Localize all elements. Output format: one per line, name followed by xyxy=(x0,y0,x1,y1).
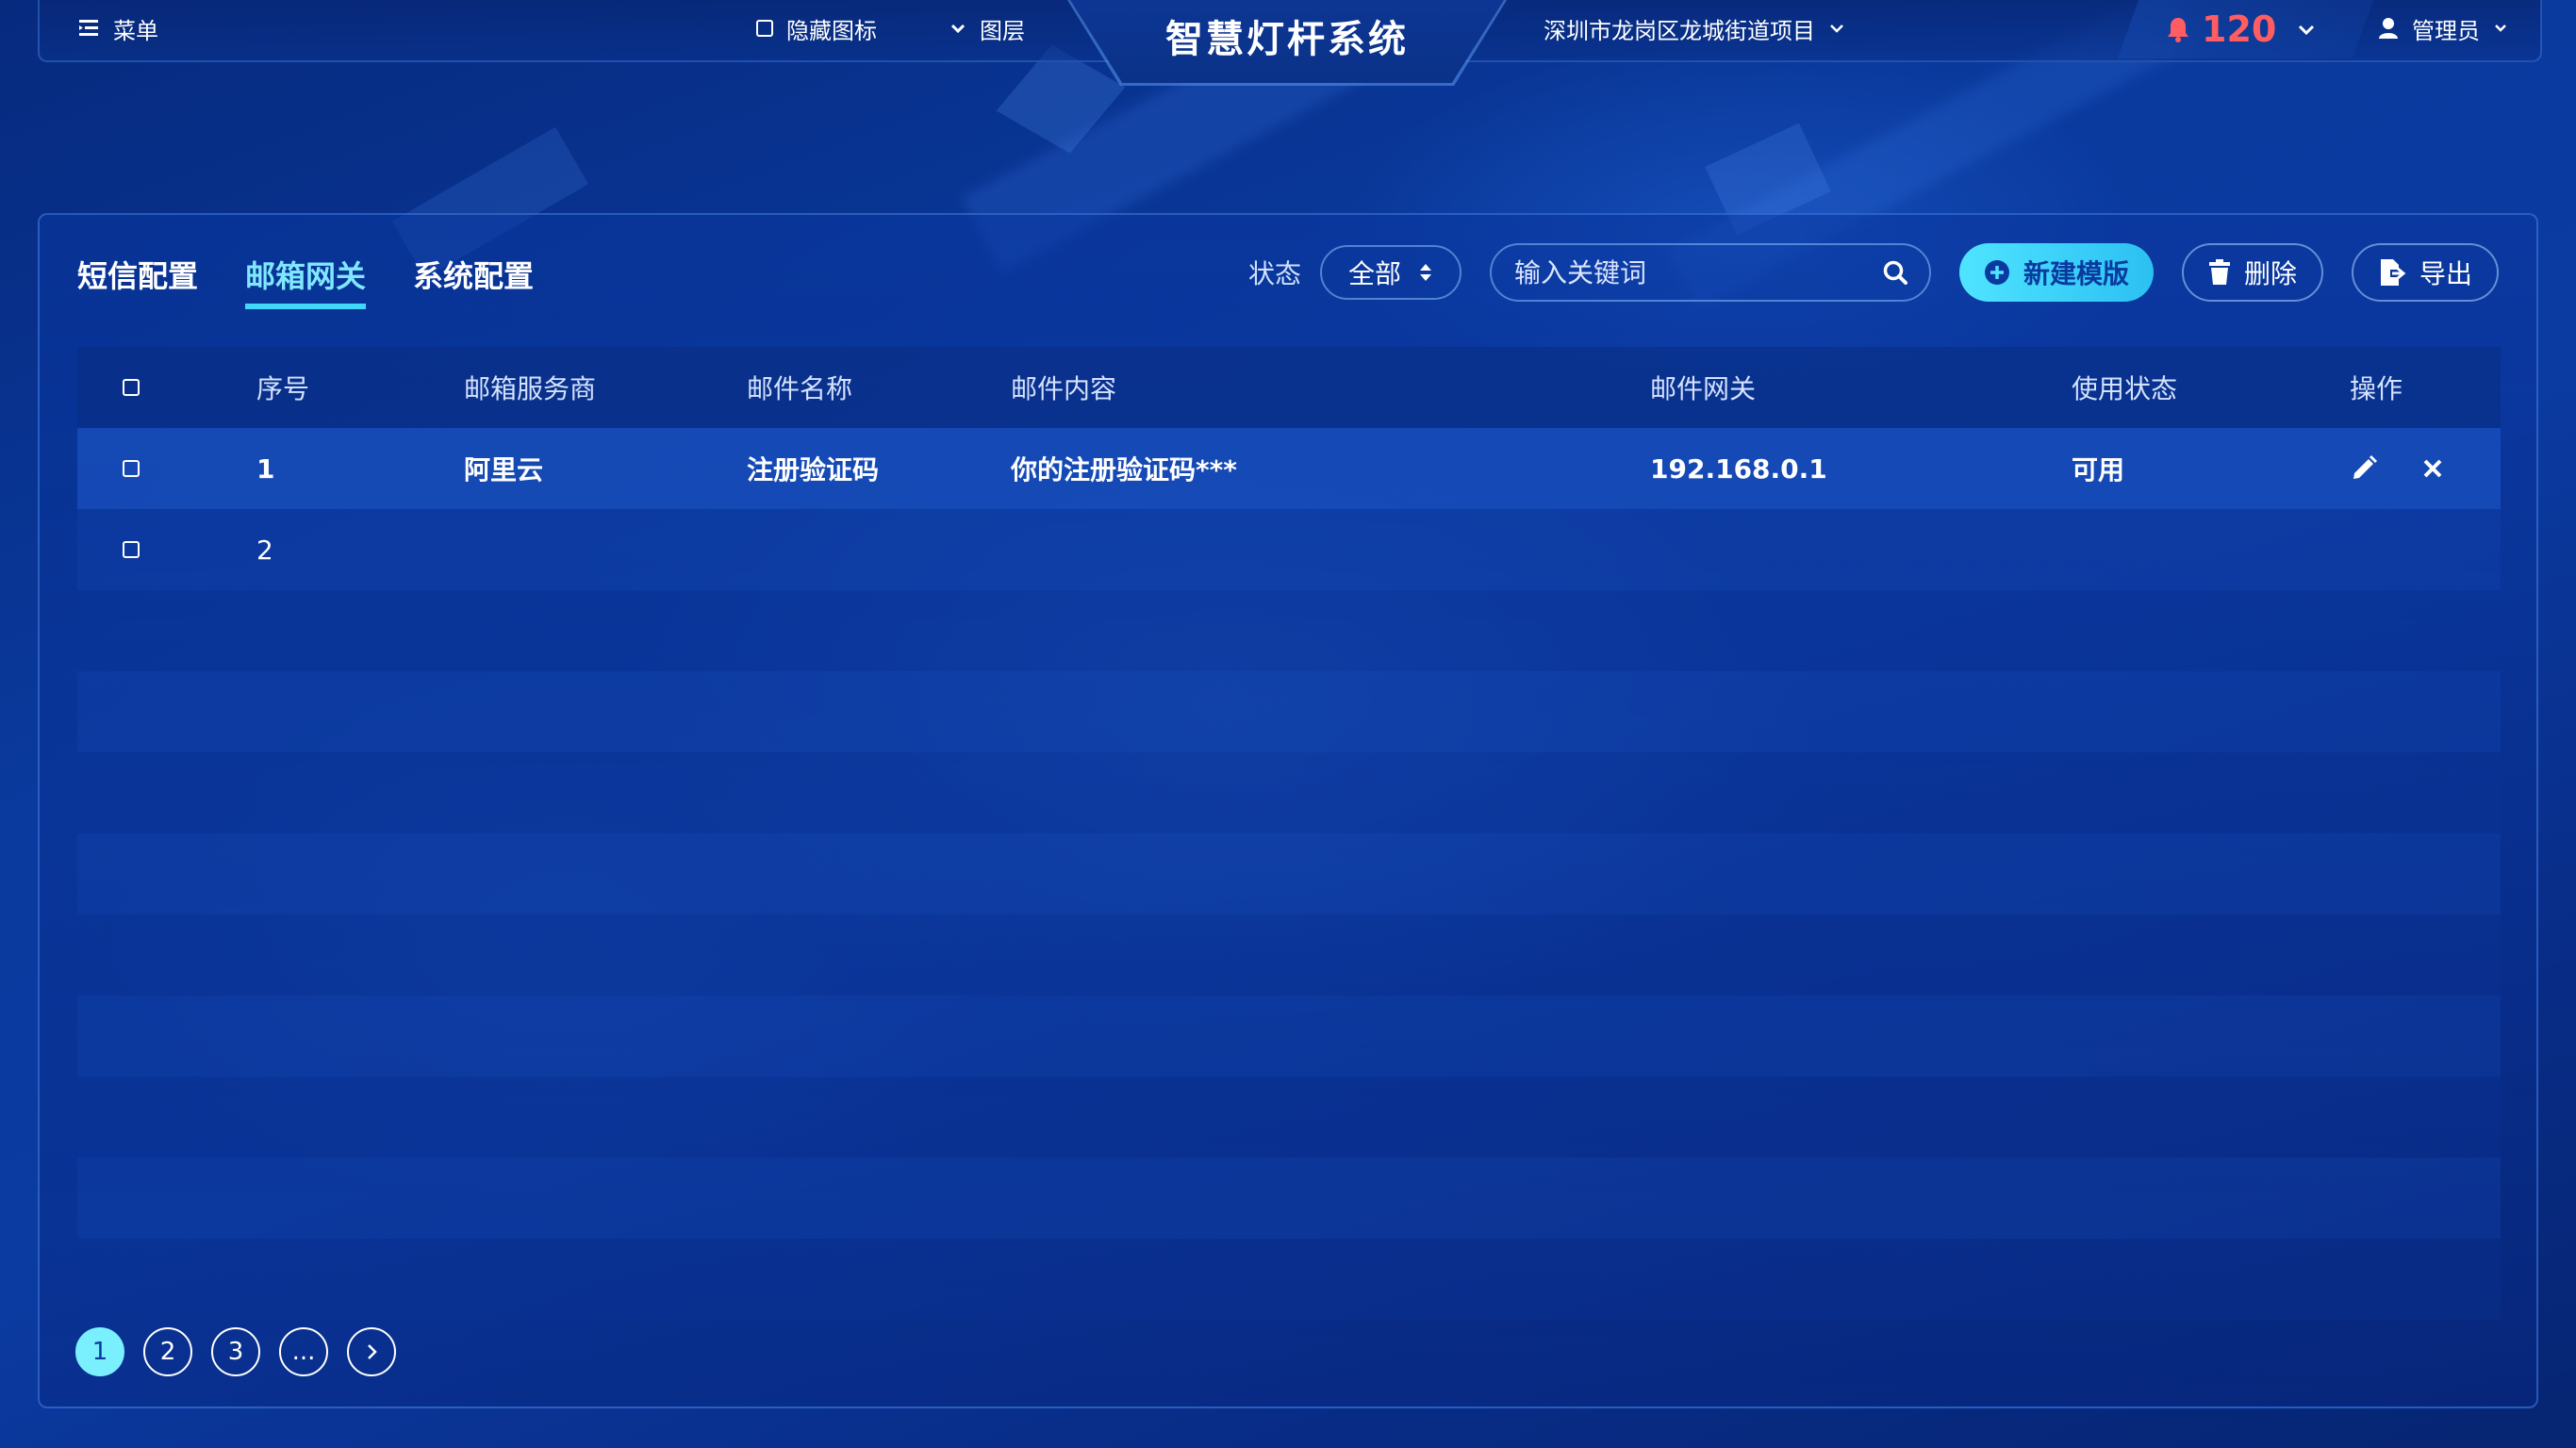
column-header-gateway: 邮件网关 xyxy=(1650,373,1757,404)
location-label: 深圳市龙岗区龙城街道项目 xyxy=(1544,17,1815,44)
row-mail-name: 注册验证码 xyxy=(747,454,880,485)
layers-label: 图层 xyxy=(980,17,1025,44)
page-button-2[interactable]: 2 xyxy=(143,1327,192,1376)
tab-bar: 短信配置 邮箱网关 系统配置 xyxy=(77,253,534,309)
hide-icons-checkbox[interactable] xyxy=(756,20,773,37)
user-name: 管理员 xyxy=(2412,17,2480,44)
delete-label: 删除 xyxy=(2243,258,2297,289)
search-box[interactable] xyxy=(1489,243,1931,302)
menu-button[interactable]: 菜单 xyxy=(77,0,158,57)
row-checkbox[interactable] xyxy=(123,541,140,558)
menu-label: 菜单 xyxy=(113,17,158,44)
page-ellipsis[interactable]: ... xyxy=(279,1327,328,1376)
delete-button[interactable]: 删除 xyxy=(2181,243,2323,302)
table-row-empty xyxy=(77,1239,2501,1320)
status-select-value: 全部 xyxy=(1347,258,1401,289)
row-mail-content: 你的注册验证码*** xyxy=(1011,454,1237,485)
table-row[interactable]: 2 xyxy=(77,509,2501,590)
edit-icon[interactable] xyxy=(2350,454,2378,483)
pagination: 1 2 3 ... xyxy=(75,1327,396,1376)
page-button-3[interactable]: 3 xyxy=(211,1327,260,1376)
search-icon[interactable] xyxy=(1882,259,1908,286)
menu-icon xyxy=(79,20,98,36)
chevron-down-icon xyxy=(2299,25,2315,36)
plus-circle-icon xyxy=(1984,260,2009,285)
row-status: 可用 xyxy=(2072,454,2125,485)
row-actions xyxy=(2350,454,2444,483)
chevron-right-icon xyxy=(368,1344,377,1359)
column-header-index: 序号 xyxy=(256,373,310,404)
bell-icon xyxy=(2168,18,2188,42)
alarm-dropdown[interactable]: 120 xyxy=(2117,0,2374,58)
table-row-empty xyxy=(77,833,2501,914)
row-gateway: 192.168.0.1 xyxy=(1650,452,1827,485)
page-button-1[interactable]: 1 xyxy=(75,1327,124,1376)
table-row-empty xyxy=(77,996,2501,1077)
column-header-provider: 邮箱服务商 xyxy=(464,373,597,404)
user-dropdown[interactable]: 管理员 xyxy=(2378,0,2508,57)
chevron-down-icon xyxy=(950,24,966,34)
search-input[interactable] xyxy=(1511,255,1882,289)
close-icon[interactable] xyxy=(2421,457,2444,480)
row-provider: 阿里云 xyxy=(464,454,544,485)
export-label: 导出 xyxy=(2419,258,2472,289)
table-row[interactable]: 1 阿里云 注册验证码 你的注册验证码*** 192.168.0.1 可用 xyxy=(77,428,2501,509)
column-header-ops: 操作 xyxy=(2350,373,2403,404)
trash-icon xyxy=(2208,259,2230,285)
hide-icons-label: 隐藏图标 xyxy=(786,17,877,44)
column-header-mail-name: 邮件名称 xyxy=(747,373,853,404)
export-button[interactable]: 导出 xyxy=(2351,243,2499,302)
row-checkbox[interactable] xyxy=(123,460,140,477)
next-page-button[interactable] xyxy=(347,1327,396,1376)
export-icon xyxy=(2380,259,2406,286)
table-row-empty xyxy=(77,1158,2501,1239)
sort-arrows-icon xyxy=(1419,264,1431,281)
tab-system-config[interactable]: 系统配置 xyxy=(413,253,534,309)
chevron-down-icon xyxy=(1830,25,1843,33)
row-index: 2 xyxy=(256,534,273,566)
title-banner: 智慧灯杆系统 xyxy=(1070,0,1504,83)
tab-sms-config[interactable]: 短信配置 xyxy=(77,253,198,309)
column-header-mail-content: 邮件内容 xyxy=(1011,373,1117,404)
new-template-button[interactable]: 新建模版 xyxy=(1958,243,2154,302)
toolbar: 状态 全部 新建模版 xyxy=(1248,243,2499,302)
hide-icons-toggle[interactable]: 隐藏图标 xyxy=(756,0,877,57)
layers-dropdown[interactable]: 图层 xyxy=(949,0,1025,57)
tab-mail-gateway[interactable]: 邮箱网关 xyxy=(245,253,367,309)
status-select[interactable]: 全部 xyxy=(1319,245,1461,300)
table-header: 序号 邮箱服务商 邮件名称 邮件内容 邮件网关 使用状态 操作 xyxy=(77,347,2501,428)
alarm-count: 120 xyxy=(2202,8,2277,50)
table-row-empty xyxy=(77,671,2501,752)
new-template-label: 新建模版 xyxy=(2023,258,2129,289)
mail-gateway-table: 序号 邮箱服务商 邮件名称 邮件内容 邮件网关 使用状态 操作 1 阿里云 注册… xyxy=(77,347,2501,1320)
column-header-status: 使用状态 xyxy=(2072,373,2178,404)
chevron-down-icon xyxy=(2495,25,2506,32)
table-row-empty xyxy=(77,1077,2501,1158)
status-filter-label: 状态 xyxy=(1247,258,1301,289)
user-icon xyxy=(2379,18,2398,39)
app-title: 智慧灯杆系统 xyxy=(1165,18,1409,61)
table-row-empty xyxy=(77,590,2501,671)
location-dropdown[interactable]: 深圳市龙岗区龙城街道项目 xyxy=(1544,0,1845,57)
select-all-checkbox[interactable] xyxy=(123,379,140,396)
main-panel: 短信配置 邮箱网关 系统配置 状态 全部 新建模版 xyxy=(38,213,2538,1408)
table-row-empty xyxy=(77,914,2501,996)
row-index: 1 xyxy=(256,452,275,485)
table-row-empty xyxy=(77,752,2501,833)
